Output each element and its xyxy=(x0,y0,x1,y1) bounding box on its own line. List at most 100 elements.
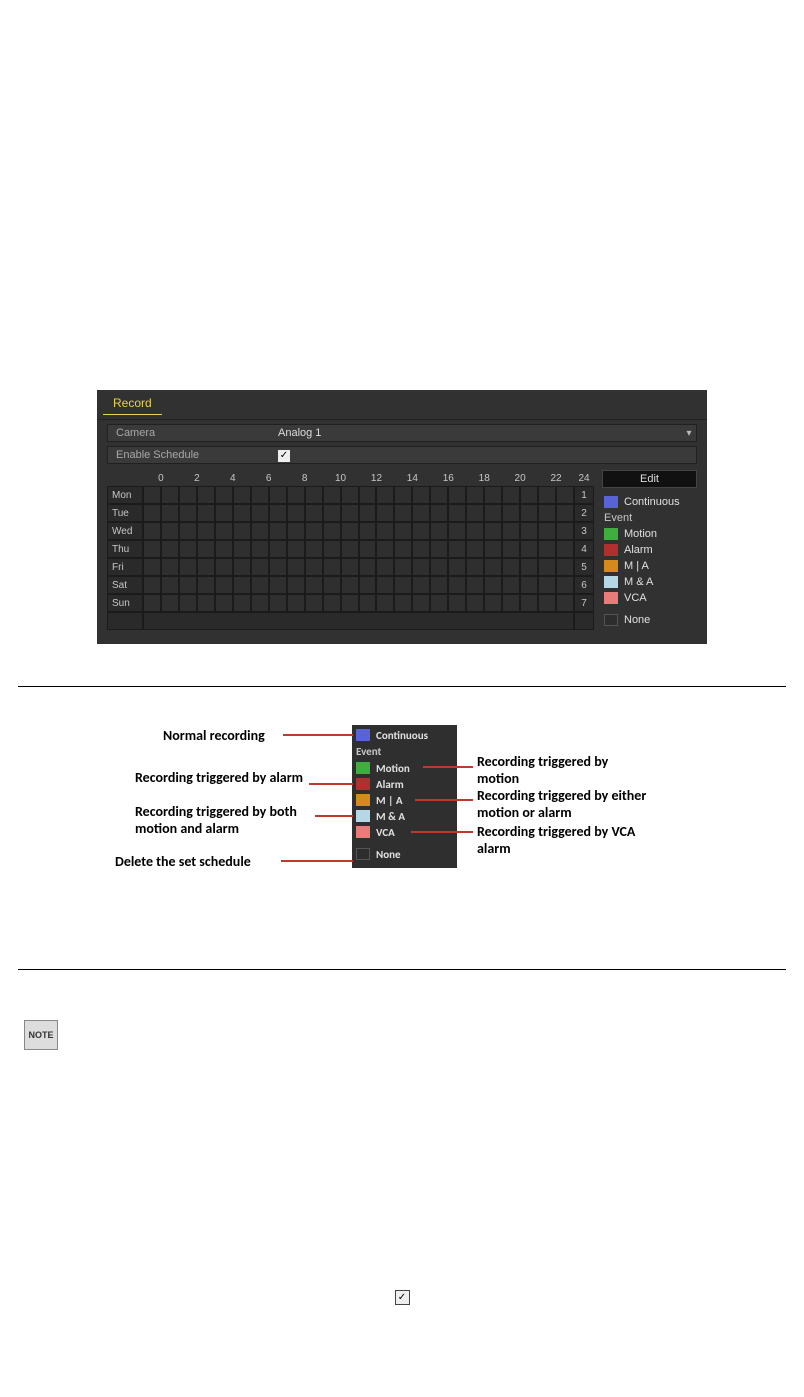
connector-line xyxy=(423,766,473,768)
day-row[interactable]: Tue 2 xyxy=(107,504,594,522)
legend-alarm[interactable]: Alarm xyxy=(602,542,697,558)
connector-line xyxy=(281,860,353,862)
anno-alarm: Recording triggered by alarm xyxy=(135,769,310,786)
motion-swatch-icon xyxy=(604,528,618,540)
manda-swatch-icon xyxy=(604,576,618,588)
legend-label: Continuous xyxy=(624,496,680,508)
camera-field[interactable]: Camera Analog 1 ▾ xyxy=(107,424,697,442)
vca-swatch-icon xyxy=(356,826,370,838)
vca-swatch-icon xyxy=(604,592,618,604)
anno-motion: Recording triggered by motion xyxy=(477,753,647,787)
enable-schedule-checkbox[interactable]: ✓ xyxy=(278,450,290,462)
legend-manda[interactable]: M & A xyxy=(602,574,697,590)
row-number: 3 xyxy=(574,522,594,540)
day-row[interactable]: Wed 3 xyxy=(107,522,594,540)
legend-motion: Motion xyxy=(352,760,457,776)
note-icon: NOTE xyxy=(24,1020,58,1050)
mora-swatch-icon xyxy=(356,794,370,806)
row-number: 5 xyxy=(574,558,594,576)
connector-line xyxy=(415,799,473,801)
footer-checkbox-row: ✓ xyxy=(0,1290,804,1305)
legend-label: Motion xyxy=(624,528,657,540)
day-row[interactable]: Sat 6 xyxy=(107,576,594,594)
hour-label: 8 xyxy=(287,473,323,484)
motion-swatch-icon xyxy=(356,762,370,774)
mora-swatch-icon xyxy=(604,560,618,572)
legend-continuous[interactable]: Continuous xyxy=(602,494,697,510)
chevron-down-icon[interactable]: ▾ xyxy=(682,428,696,439)
alarm-swatch-icon xyxy=(604,544,618,556)
row-number: 1 xyxy=(574,486,594,504)
legend-label: M & A xyxy=(624,576,653,588)
legend-label: Alarm xyxy=(624,544,653,556)
hour-label: 4 xyxy=(215,473,251,484)
connector-line xyxy=(309,783,353,785)
hour-label: 6 xyxy=(251,473,287,484)
note-block: NOTE xyxy=(24,1020,804,1050)
anno-mora: Recording triggered by either motion or … xyxy=(477,787,657,821)
hour-label: 0 xyxy=(143,473,179,484)
hour-label: 24 xyxy=(574,473,594,484)
footer-checkbox[interactable]: ✓ xyxy=(395,1290,410,1305)
alarm-swatch-icon xyxy=(356,778,370,790)
anno-delete: Delete the set schedule xyxy=(115,853,251,870)
legend-label: M | A xyxy=(624,560,649,572)
hour-label: 2 xyxy=(179,473,215,484)
edit-button[interactable]: Edit xyxy=(602,470,697,488)
legend-mora[interactable]: M | A xyxy=(602,558,697,574)
legend-label: None xyxy=(376,848,401,861)
legend-label: Alarm xyxy=(376,778,404,791)
legend-alarm: Alarm xyxy=(352,776,457,792)
horizontal-rule xyxy=(18,969,786,970)
grid-footer xyxy=(107,612,594,630)
horizontal-rule xyxy=(18,686,786,687)
record-title-row: Record xyxy=(97,390,707,420)
row-number: 4 xyxy=(574,540,594,558)
legend-none[interactable]: None xyxy=(602,612,697,628)
hour-label: 14 xyxy=(394,473,430,484)
day-name: Thu xyxy=(107,540,143,558)
legend-label: Continuous xyxy=(376,729,428,742)
row-number: 7 xyxy=(574,594,594,612)
legend-label: None xyxy=(624,614,650,626)
day-name: Mon xyxy=(107,486,143,504)
schedule-grid[interactable]: 0 2 4 6 8 10 12 14 16 18 20 22 24 Mon 1 xyxy=(107,470,594,630)
day-row[interactable]: Fri 5 xyxy=(107,558,594,576)
legend-label: M & A xyxy=(376,810,405,823)
legend-event-header: Event xyxy=(602,510,697,526)
day-name: Wed xyxy=(107,522,143,540)
legend-motion[interactable]: Motion xyxy=(602,526,697,542)
day-row[interactable]: Mon 1 xyxy=(107,486,594,504)
legend-label: VCA xyxy=(376,826,395,839)
none-swatch-icon xyxy=(356,848,370,860)
legend-vca[interactable]: VCA xyxy=(602,590,697,606)
enable-schedule-value: ✓ xyxy=(278,449,696,462)
day-row[interactable]: Thu 4 xyxy=(107,540,594,558)
camera-label: Camera xyxy=(108,427,278,439)
manda-swatch-icon xyxy=(356,810,370,822)
anno-manda: Recording triggered by both motion and a… xyxy=(135,803,315,837)
anno-normal: Normal recording xyxy=(163,727,265,744)
legend-event-header: Event xyxy=(352,743,457,760)
hour-label: 12 xyxy=(359,473,395,484)
hour-label: 16 xyxy=(430,473,466,484)
row-number: 6 xyxy=(574,576,594,594)
annotated-legend-figure: Continuous Event Motion Alarm M | A M & … xyxy=(97,723,707,913)
legend-column: Edit Continuous Event Motion Alarm M | A… xyxy=(602,470,697,630)
legend-continuous: Continuous xyxy=(352,727,457,743)
hour-label: 10 xyxy=(323,473,359,484)
row-number: 2 xyxy=(574,504,594,522)
legend-label: Motion xyxy=(376,762,410,775)
annotated-legend: Continuous Event Motion Alarm M | A M & … xyxy=(352,725,457,868)
panel-body: 0 2 4 6 8 10 12 14 16 18 20 22 24 Mon 1 xyxy=(97,464,707,630)
record-title: Record xyxy=(103,390,162,415)
record-panel: Record Camera Analog 1 ▾ Enable Schedule… xyxy=(97,390,707,644)
day-row[interactable]: Sun 7 xyxy=(107,594,594,612)
legend-none: None xyxy=(352,846,457,862)
hour-label: 20 xyxy=(502,473,538,484)
legend-manda: M & A xyxy=(352,808,457,824)
continuous-swatch-icon xyxy=(356,729,370,741)
none-swatch-icon xyxy=(604,614,618,626)
day-name: Fri xyxy=(107,558,143,576)
anno-vca: Recording triggered by VCA alarm xyxy=(477,823,647,857)
